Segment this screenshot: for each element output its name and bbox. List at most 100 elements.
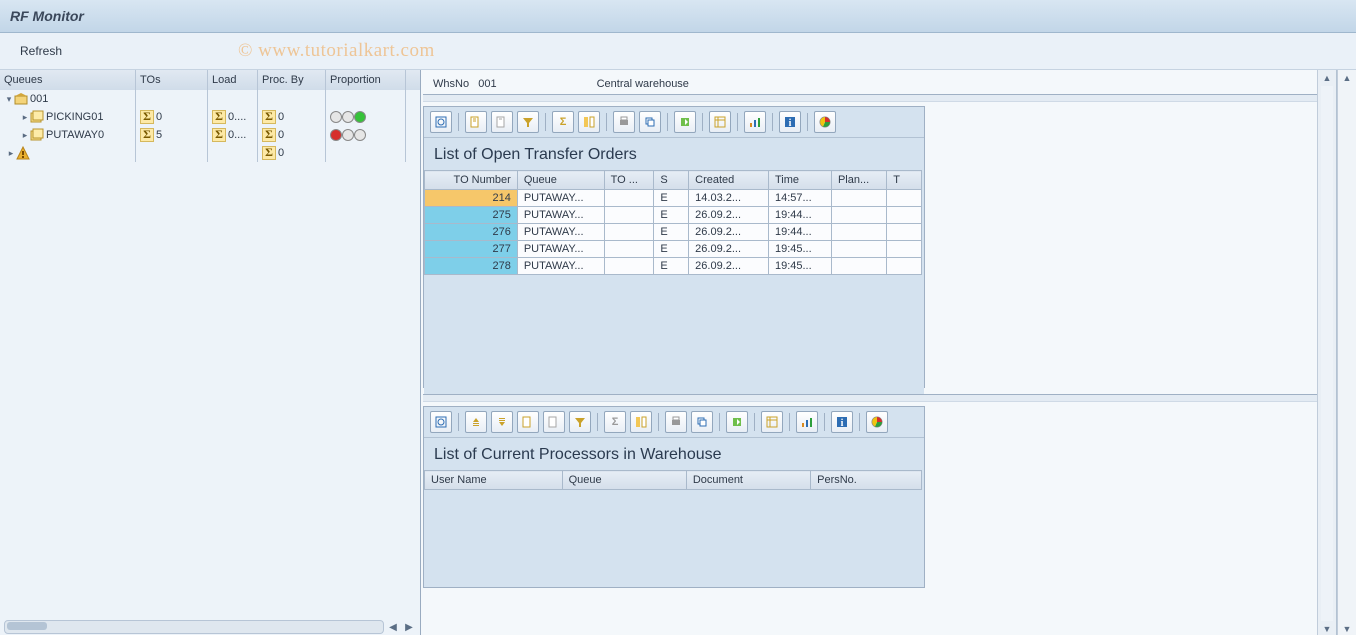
sort-desc-button[interactable] <box>491 411 513 433</box>
info-button[interactable]: i <box>779 111 801 133</box>
table-row[interactable]: 277PUTAWAY...E26.09.2...19:45... <box>425 241 922 258</box>
cell[interactable] <box>887 258 922 275</box>
cell[interactable]: E <box>654 224 689 241</box>
tree-hscroll[interactable]: ◀ ▶ <box>4 619 416 635</box>
cell[interactable]: 26.09.2... <box>689 207 769 224</box>
total-button[interactable]: Σ <box>604 411 626 433</box>
total-button[interactable]: Σ <box>552 111 574 133</box>
print-button[interactable] <box>613 111 635 133</box>
col-to-number[interactable]: TO Number <box>425 171 518 190</box>
pane-separator[interactable] <box>423 394 1334 402</box>
col-t[interactable]: T <box>887 171 922 190</box>
scroll-track[interactable] <box>4 620 384 634</box>
scroll-up-icon[interactable]: ▲ <box>1318 70 1336 86</box>
col-to[interactable]: TO ... <box>604 171 654 190</box>
tree-node-warning[interactable]: ▸ Σ0 <box>0 144 420 162</box>
find-button[interactable] <box>517 411 539 433</box>
layout-button[interactable] <box>709 111 731 133</box>
filter-button[interactable] <box>569 411 591 433</box>
cell[interactable] <box>604 207 654 224</box>
cell[interactable]: PUTAWAY... <box>517 190 604 207</box>
cell[interactable]: 14.03.2... <box>689 190 769 207</box>
cell[interactable] <box>604 258 654 275</box>
col-procby[interactable]: Proc. By <box>258 70 326 90</box>
table-row[interactable]: 275PUTAWAY...E26.09.2...19:44... <box>425 207 922 224</box>
cell[interactable] <box>604 190 654 207</box>
subtotal-button[interactable] <box>630 411 652 433</box>
cell[interactable]: E <box>654 258 689 275</box>
cell[interactable] <box>887 224 922 241</box>
scroll-up-icon[interactable]: ▲ <box>1338 70 1356 86</box>
tree-node-picking01[interactable]: ▸ PICKING01 Σ0 Σ0.... Σ0 <box>0 108 420 126</box>
scroll-thumb[interactable] <box>7 622 47 630</box>
col-load[interactable]: Load <box>208 70 258 90</box>
col-proportion[interactable]: Proportion <box>326 70 406 90</box>
tree-node-001[interactable]: ▾ 001 <box>0 90 420 108</box>
scroll-left-icon[interactable]: ◀ <box>386 620 400 634</box>
cell[interactable]: PUTAWAY... <box>517 258 604 275</box>
cell[interactable]: 275 <box>425 207 518 224</box>
cell[interactable]: 14:57... <box>768 190 831 207</box>
abc-button[interactable] <box>814 111 836 133</box>
abc-button[interactable] <box>866 411 888 433</box>
cell[interactable] <box>831 207 886 224</box>
views-button[interactable] <box>639 111 661 133</box>
cell[interactable] <box>831 190 886 207</box>
details-button[interactable] <box>430 411 452 433</box>
find-next-button[interactable] <box>491 111 513 133</box>
export-button[interactable] <box>726 411 748 433</box>
scroll-down-icon[interactable]: ▼ <box>1338 621 1356 635</box>
cell[interactable]: 19:44... <box>768 207 831 224</box>
expand-icon[interactable]: ▸ <box>6 148 16 158</box>
col-document[interactable]: Document <box>686 471 810 490</box>
details-button[interactable] <box>430 111 452 133</box>
scroll-track[interactable] <box>1321 86 1333 621</box>
col-s[interactable]: S <box>654 171 689 190</box>
cell[interactable]: 26.09.2... <box>689 241 769 258</box>
expand-icon[interactable]: ▸ <box>20 112 30 122</box>
tree-node-putaway[interactable]: ▸ PUTAWAY0 Σ5 Σ0.... Σ0 <box>0 126 420 144</box>
find-button[interactable] <box>465 111 487 133</box>
cell[interactable]: 26.09.2... <box>689 224 769 241</box>
col-queue[interactable]: Queue <box>562 471 686 490</box>
cell[interactable] <box>831 241 886 258</box>
layout-button[interactable] <box>761 411 783 433</box>
scroll-right-icon[interactable]: ▶ <box>402 620 416 634</box>
graphic-button[interactable] <box>796 411 818 433</box>
col-tos[interactable]: TOs <box>136 70 208 90</box>
filter-button[interactable] <box>517 111 539 133</box>
expand-collapse-icon[interactable]: ▾ <box>4 94 14 104</box>
print-button[interactable] <box>665 411 687 433</box>
cell[interactable]: 278 <box>425 258 518 275</box>
graphic-button[interactable] <box>744 111 766 133</box>
window-scrollbar[interactable]: ▲ ▼ <box>1337 70 1356 635</box>
find-next-button[interactable] <box>543 411 565 433</box>
table-row[interactable]: 214PUTAWAY...E14.03.2...14:57... <box>425 190 922 207</box>
col-username[interactable]: User Name <box>425 471 563 490</box>
cell[interactable]: 277 <box>425 241 518 258</box>
cell[interactable]: 26.09.2... <box>689 258 769 275</box>
pane-separator[interactable] <box>423 94 1334 102</box>
cell[interactable] <box>831 258 886 275</box>
cell[interactable]: 19:45... <box>768 258 831 275</box>
cell[interactable] <box>887 207 922 224</box>
expand-icon[interactable]: ▸ <box>20 130 30 140</box>
col-plan[interactable]: Plan... <box>831 171 886 190</box>
cell[interactable]: 19:45... <box>768 241 831 258</box>
cell[interactable]: 276 <box>425 224 518 241</box>
orders-table[interactable]: TO Number Queue TO ... S Created Time Pl… <box>424 170 922 275</box>
cell[interactable]: 19:44... <box>768 224 831 241</box>
table-row[interactable]: 278PUTAWAY... E26.09.2...19:45... <box>425 258 922 275</box>
col-time[interactable]: Time <box>768 171 831 190</box>
cell[interactable] <box>604 224 654 241</box>
table-row[interactable]: 276PUTAWAY... E26.09.2...19:44... <box>425 224 922 241</box>
cell[interactable]: E <box>654 190 689 207</box>
refresh-button[interactable]: Refresh <box>10 40 72 62</box>
sort-asc-button[interactable] <box>465 411 487 433</box>
col-persno[interactable]: PersNo. <box>811 471 922 490</box>
cell[interactable]: E <box>654 207 689 224</box>
cell[interactable] <box>887 241 922 258</box>
cell[interactable] <box>831 224 886 241</box>
cell[interactable]: PUTAWAY... <box>517 224 604 241</box>
export-button[interactable] <box>674 111 696 133</box>
